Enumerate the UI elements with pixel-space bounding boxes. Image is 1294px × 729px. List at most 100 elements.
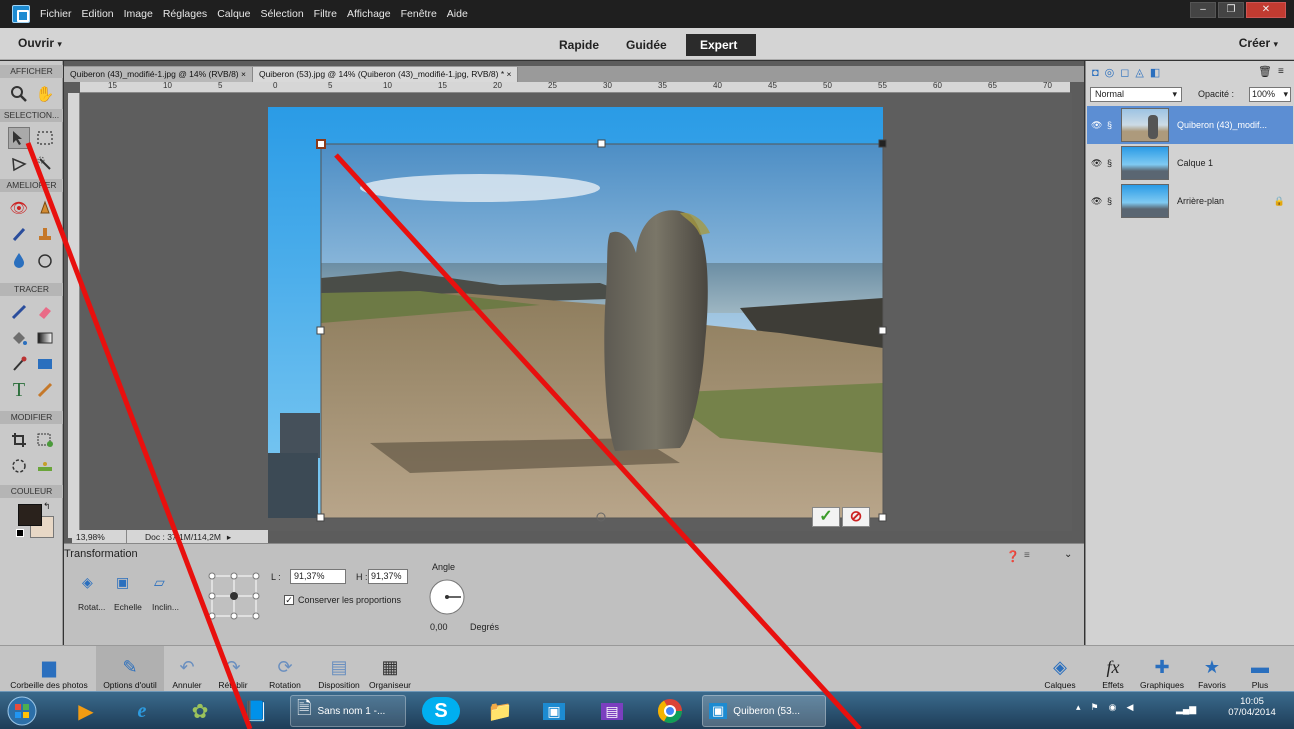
blend-mode-select[interactable]: Normal ▾ [1090, 87, 1182, 102]
menu-aide[interactable]: Aide [447, 8, 468, 20]
clone-stamp-tool-icon[interactable] [34, 223, 56, 245]
skew-mode-icon[interactable]: ▱ [154, 574, 165, 591]
opacity-field[interactable]: 100% ▾ [1249, 87, 1291, 102]
eraser-tool-icon[interactable] [34, 301, 56, 323]
chrome-icon[interactable] [646, 695, 694, 727]
sponge-tool-icon[interactable] [34, 249, 56, 271]
skype-icon[interactable]: S [422, 697, 460, 725]
undo-button[interactable]: ↶ Annuler [166, 646, 208, 692]
trash-icon[interactable]: 🗑 [1258, 65, 1272, 78]
media-player-icon[interactable]: ▶ [62, 695, 110, 727]
layout-button[interactable]: ▤ Disposition [308, 646, 370, 692]
smart-brush-tool-icon[interactable] [8, 223, 30, 245]
layer-calque-1[interactable]: 👁 § Calque 1 [1087, 144, 1293, 182]
help-icon[interactable]: ❓ [1006, 550, 1020, 563]
height-field[interactable]: 91,37% [368, 569, 408, 584]
gradient-tool-icon[interactable] [34, 327, 56, 349]
organizer-button[interactable]: ▦ Organiseur [368, 646, 412, 692]
swap-colors-icon[interactable]: ↰ [43, 501, 51, 512]
create-button[interactable]: Créer ▾ [1239, 36, 1278, 50]
menu-image[interactable]: Image [124, 8, 153, 20]
pencil-tool-icon[interactable] [34, 379, 56, 401]
taskbar-window-sans-nom[interactable]: 🗎 Sans nom 1 -... [290, 695, 406, 727]
photo-bin-button[interactable]: ▆ Corbeille des photos [2, 646, 96, 692]
spot-healing-tool-icon[interactable] [34, 197, 56, 219]
panel-menu-icon[interactable]: ≡ [1278, 66, 1284, 77]
tab-expert[interactable]: Expert [686, 34, 756, 56]
tab-rapide[interactable]: Rapide [545, 34, 613, 56]
premiere-elements-icon[interactable]: ▤ [588, 695, 636, 727]
tab-guidee[interactable]: Guidée [612, 34, 681, 56]
link-icon[interactable]: § [1107, 120, 1117, 130]
visibility-eye-icon[interactable]: 👁 [1091, 158, 1107, 169]
crop-tool-icon[interactable] [8, 429, 30, 451]
menu-fenetre[interactable]: Fenêtre [401, 8, 437, 20]
layer-tools-icons[interactable]: ◘◎◻◬◧ [1092, 66, 1166, 79]
layers-button[interactable]: ◈ Calques [1040, 646, 1080, 692]
hand-tool-icon[interactable]: ✋ [34, 83, 56, 105]
book-app-icon[interactable]: 📘 [232, 695, 280, 727]
graphics-button[interactable]: ✚ Graphiques [1134, 646, 1190, 692]
effects-button[interactable]: fx Effets [1094, 646, 1132, 692]
start-button[interactable] [2, 695, 42, 727]
menu-calque[interactable]: Calque [217, 8, 250, 20]
mode-rotate-label[interactable]: Rotat... [78, 602, 105, 612]
picasa-icon[interactable]: ✿ [176, 695, 224, 727]
default-colors-icon[interactable] [16, 529, 24, 537]
angle-dial[interactable] [428, 578, 466, 616]
brush-tool-icon[interactable] [8, 301, 30, 323]
cancel-transform-button[interactable]: ⊘ [842, 507, 870, 527]
menu-filtre[interactable]: Filtre [314, 8, 337, 20]
layer-quiberon-43[interactable]: 👁 § Quiberon (43)_modif... [1087, 106, 1293, 144]
collapse-options-icon[interactable]: ⌄ [1064, 549, 1072, 560]
clock[interactable]: 10:05 07/04/2014 [1226, 696, 1278, 718]
text-tool-icon[interactable]: T [8, 379, 30, 401]
taskbar-window-quiberon[interactable]: ▣ Quiberon (53... [702, 695, 826, 727]
restore-button[interactable]: ❐ [1218, 2, 1244, 18]
system-tray-icons[interactable]: ▴⚑◉◀ [1076, 702, 1143, 713]
menu-reglages[interactable]: Réglages [163, 8, 207, 20]
close-button[interactable]: ✕ [1246, 2, 1286, 18]
menu-affichage[interactable]: Affichage [347, 8, 391, 20]
zoom-tool-icon[interactable] [8, 83, 30, 105]
eyedropper-tool-icon[interactable] [8, 353, 30, 375]
menu-selection[interactable]: Sélection [260, 8, 303, 20]
link-icon[interactable]: § [1107, 158, 1117, 168]
signal-icon[interactable]: ▂▄▆ [1176, 704, 1196, 715]
content-move-tool-icon[interactable] [8, 455, 30, 477]
visibility-eye-icon[interactable]: 👁 [1091, 196, 1107, 207]
reference-point-grid-icon[interactable] [204, 568, 264, 624]
explorer-folder-icon[interactable]: 📁 [476, 695, 524, 727]
rotate-mode-icon[interactable]: ◈ [82, 574, 93, 591]
favorites-button[interactable]: ★ Favoris [1192, 646, 1232, 692]
blur-tool-icon[interactable] [8, 249, 30, 271]
status-arrow-icon[interactable]: ▸ [227, 530, 231, 544]
options-menu-icon[interactable]: ≡ [1024, 550, 1030, 561]
quick-selection-tool-icon[interactable] [34, 153, 56, 175]
rotation-button[interactable]: ⟳ Rotation [262, 646, 308, 692]
layer-name[interactable]: Arrière-plan [1177, 196, 1224, 206]
menu-edition[interactable]: Edition [82, 8, 114, 20]
keep-proportions-checkbox[interactable]: ✓ [284, 595, 294, 605]
doc-tab-quiberon-53[interactable]: Quiberon (53).jpg @ 14% (Quiberon (43)_m… [252, 67, 519, 82]
open-button[interactable]: Ouvrir ▾ [18, 36, 62, 50]
app-logo-icon[interactable] [12, 5, 30, 23]
link-icon[interactable]: § [1107, 196, 1117, 206]
mode-skew-label[interactable]: Inclin... [152, 602, 179, 612]
shape-tool-icon[interactable] [34, 353, 56, 375]
photoshop-elements-icon[interactable]: ▣ [530, 695, 578, 727]
more-button[interactable]: ▬ Plus [1240, 646, 1280, 692]
width-field[interactable]: 91,37% [290, 569, 346, 584]
move-tool-icon[interactable] [8, 127, 30, 149]
tool-options-button[interactable]: ✎ Options d'outil [96, 646, 164, 692]
angle-value[interactable]: 0,00 [430, 622, 448, 632]
lasso-tool-icon[interactable] [8, 153, 30, 175]
zoom-readout[interactable]: 13,98% [72, 530, 127, 544]
foreground-color-swatch[interactable] [18, 504, 42, 526]
canvas[interactable]: ✓ ⊘ [80, 93, 1072, 531]
visibility-eye-icon[interactable]: 👁 [1091, 120, 1107, 131]
internet-explorer-icon[interactable]: e [118, 695, 166, 727]
menu-fichier[interactable]: Fichier [40, 8, 72, 20]
paint-bucket-tool-icon[interactable] [8, 327, 30, 349]
recompose-tool-icon[interactable] [34, 429, 56, 451]
